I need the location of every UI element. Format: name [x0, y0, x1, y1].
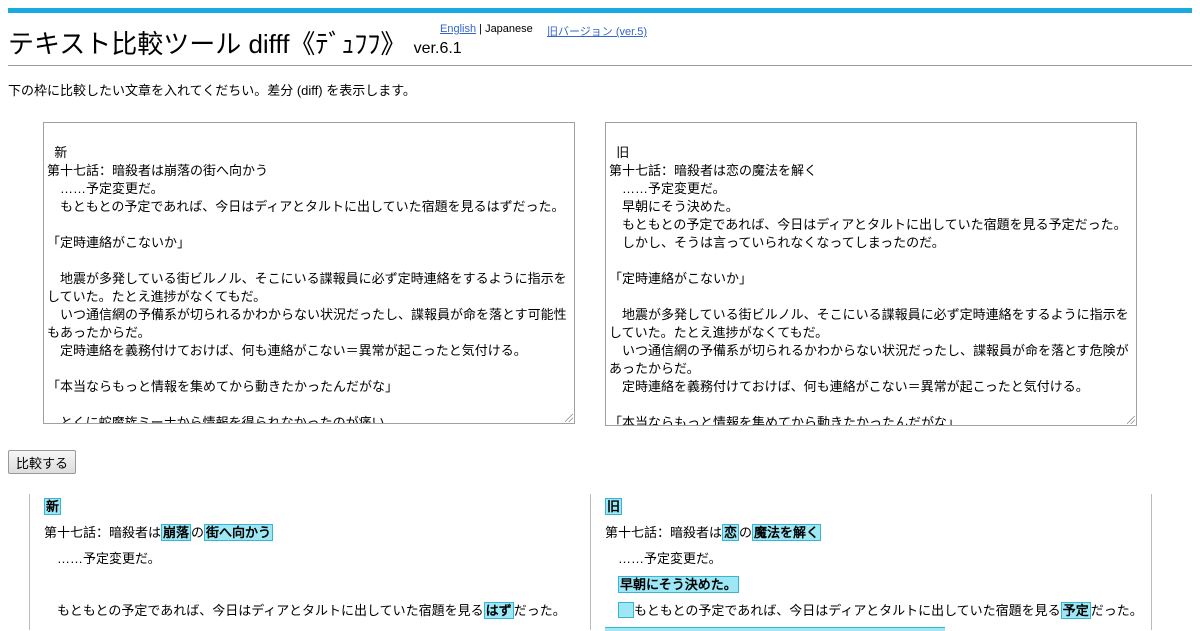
language-separator: | [476, 23, 486, 35]
diff-text: だった。 [513, 603, 566, 618]
diff-highlight-partial [605, 627, 945, 631]
diff-empty-marker [618, 602, 635, 618]
result-divider [590, 494, 591, 630]
compare-button[interactable]: 比較する [8, 450, 77, 474]
diff-text: もともとの予定であれば、今日はディアとタルトに出していた宿題を見る [44, 603, 484, 618]
result-border-left [29, 494, 30, 630]
diff-text: ……予定変更だ。 [44, 551, 161, 566]
diff-highlight: 早朝にそう決めた。 [618, 576, 739, 593]
new-text-content: 新 第十七話：暗殺者は崩落の街へ向かう ……予定変更だ。 もともとの予定であれば… [47, 145, 567, 424]
diff-highlight: 予定 [1060, 602, 1091, 619]
diff-highlight: はず [483, 602, 514, 619]
language-switch: English | Japanese [440, 23, 533, 35]
diff-text: だった。 [1090, 603, 1143, 618]
diff-heading-new: 新 [44, 498, 62, 515]
old-version-link[interactable]: 旧バージョン (ver.5) [547, 23, 647, 39]
japanese-label: Japanese [485, 23, 533, 35]
result-new-column: 新 第十七話：暗殺者は 崩落の街へ向かう ……予定変更だ。 もともとの予定であれば… [44, 494, 584, 624]
old-text-content: 旧 第十七話：暗殺者は恋の魔法を解く ……予定変更だ。 早朝にそう決めた。 もと… [609, 145, 1129, 426]
top-accent-bar [8, 8, 1192, 13]
diff-text: ……予定変更だ。 [605, 551, 722, 566]
version-label: ver.6.1 [413, 40, 462, 57]
description-text: 下の枠に比較したい文章を入れてくだちい。差分 (diff) を表示します。 [8, 83, 416, 98]
result-old-column: 旧 第十七話：暗殺者は恋の魔法を解く ……予定変更だ。 早朝にそう決めた。 もと… [605, 494, 1145, 624]
diff-highlight: 恋 [722, 524, 740, 541]
diff-text: の [191, 525, 205, 540]
diff-highlight: 街へ向かう [204, 524, 274, 541]
diff-text: 第十七話：暗殺者は [44, 525, 162, 540]
diff-heading-old: 旧 [605, 498, 623, 515]
title-text: テキスト比較ツール difff《ﾃﾞｭﾌﾌ》 [8, 29, 407, 59]
old-text-input[interactable]: 旧 第十七話：暗殺者は恋の魔法を解く ……予定変更だ。 早朝にそう決めた。 もと… [605, 122, 1137, 426]
header-divider [8, 65, 1192, 66]
resize-handle-left[interactable] [565, 414, 573, 422]
diff-highlight: 崩落 [161, 524, 192, 541]
diff-text: の [739, 525, 753, 540]
english-link[interactable]: English [440, 23, 476, 35]
new-text-input[interactable]: 新 第十七話：暗殺者は崩落の街へ向かう ……予定変更だ。 もともとの予定であれば… [43, 122, 575, 424]
page-title: テキスト比較ツール difff《ﾃﾞｭﾌﾌ》 ver.6.1 [8, 24, 462, 61]
diff-text: 第十七話：暗殺者は [605, 525, 723, 540]
diff-text: もともとの予定であれば、今日はディアとタルトに出していた宿題を見る [634, 603, 1061, 618]
diff-highlight: 魔法を解く [752, 524, 822, 541]
resize-handle-right[interactable] [1127, 416, 1135, 424]
result-border-right [1151, 494, 1152, 630]
